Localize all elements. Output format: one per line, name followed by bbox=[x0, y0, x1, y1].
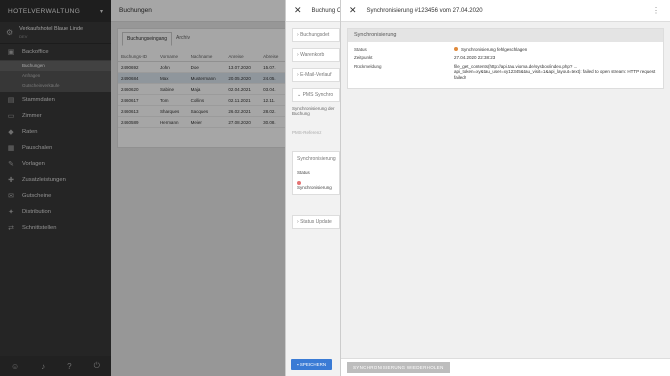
sync-list-title: Synchronisierung bbox=[297, 156, 336, 162]
section-pms-sync[interactable]: ⌄ PMS Synchro bbox=[292, 88, 340, 102]
status-value: Synchronisierung fehlgeschlagen bbox=[461, 46, 528, 52]
sync-status-label: Status bbox=[297, 170, 310, 175]
sync-description: Synchronisierung der Buchung bbox=[292, 106, 335, 116]
save-label: SPEICHERN bbox=[299, 362, 327, 367]
retry-sync-button[interactable]: SYNCHRONISIERUNG WIEDERHOLEN bbox=[347, 362, 450, 373]
more-vertical-icon[interactable]: ⋮ bbox=[652, 6, 660, 15]
section-email-history[interactable]: › E-Mail-Verlauf bbox=[292, 68, 340, 82]
sync-status-value: Synchronisierung bbox=[297, 185, 332, 190]
section-label: Status Update bbox=[300, 219, 332, 225]
pms-reference-label: PMS-Referenz bbox=[292, 130, 322, 135]
message-line: failed! bbox=[454, 74, 467, 80]
message-row: Rückmeldung file_get_contents(http://api… bbox=[348, 62, 663, 82]
message-key: Rückmeldung bbox=[354, 63, 382, 69]
message-line: api_token=xy&tau_user=xy12345&tau_visit=… bbox=[454, 69, 656, 74]
sync-info-card: Synchronisierung Status Synchronisierung… bbox=[347, 28, 664, 89]
status-row: Status Synchronisierung fehlgeschlagen bbox=[348, 45, 663, 54]
status-key: Status bbox=[354, 46, 367, 52]
close-icon[interactable]: ✕ bbox=[294, 5, 302, 16]
section-label: PMS Synchro bbox=[302, 92, 334, 98]
section-label: Buchungsdet bbox=[300, 32, 330, 38]
sync-list-row[interactable]: Synchronisierung bbox=[297, 180, 335, 190]
sync-panel-footer: SYNCHRONISIERUNG WIEDERHOLEN bbox=[341, 358, 670, 376]
section-status-updates[interactable]: › Status Update bbox=[292, 215, 340, 229]
warning-dot-icon bbox=[454, 47, 458, 52]
section-label: E-Mail-Verlauf bbox=[300, 72, 332, 78]
close-icon[interactable]: ✕ bbox=[349, 5, 357, 16]
sync-list-card: Synchronisierung Status Synchronisierung bbox=[292, 151, 340, 195]
time-key: Zeitpunkt bbox=[354, 55, 373, 60]
time-value: 27.04.2020 22:38:23 bbox=[454, 55, 496, 60]
section-cart[interactable]: › Warenkorb bbox=[292, 48, 340, 62]
sync-detail-panel: ✕ Synchronisierung #123456 vom 27.04.202… bbox=[340, 0, 670, 376]
sync-panel-header: ✕ Synchronisierung #123456 vom 27.04.202… bbox=[341, 0, 670, 22]
section-booking-details[interactable]: › Buchungsdet bbox=[292, 28, 340, 42]
section-label: Warenkorb bbox=[300, 52, 325, 58]
card-title: Synchronisierung bbox=[348, 29, 663, 42]
save-button[interactable]: ▪ SPEICHERN bbox=[291, 359, 333, 370]
sync-panel-body: Synchronisierung Status Synchronisierung… bbox=[341, 22, 670, 358]
time-row: Zeitpunkt 27.04.2020 22:38:23 bbox=[348, 54, 663, 63]
sync-panel-title: Synchronisierung #123456 vom 27.04.2020 bbox=[366, 7, 483, 14]
